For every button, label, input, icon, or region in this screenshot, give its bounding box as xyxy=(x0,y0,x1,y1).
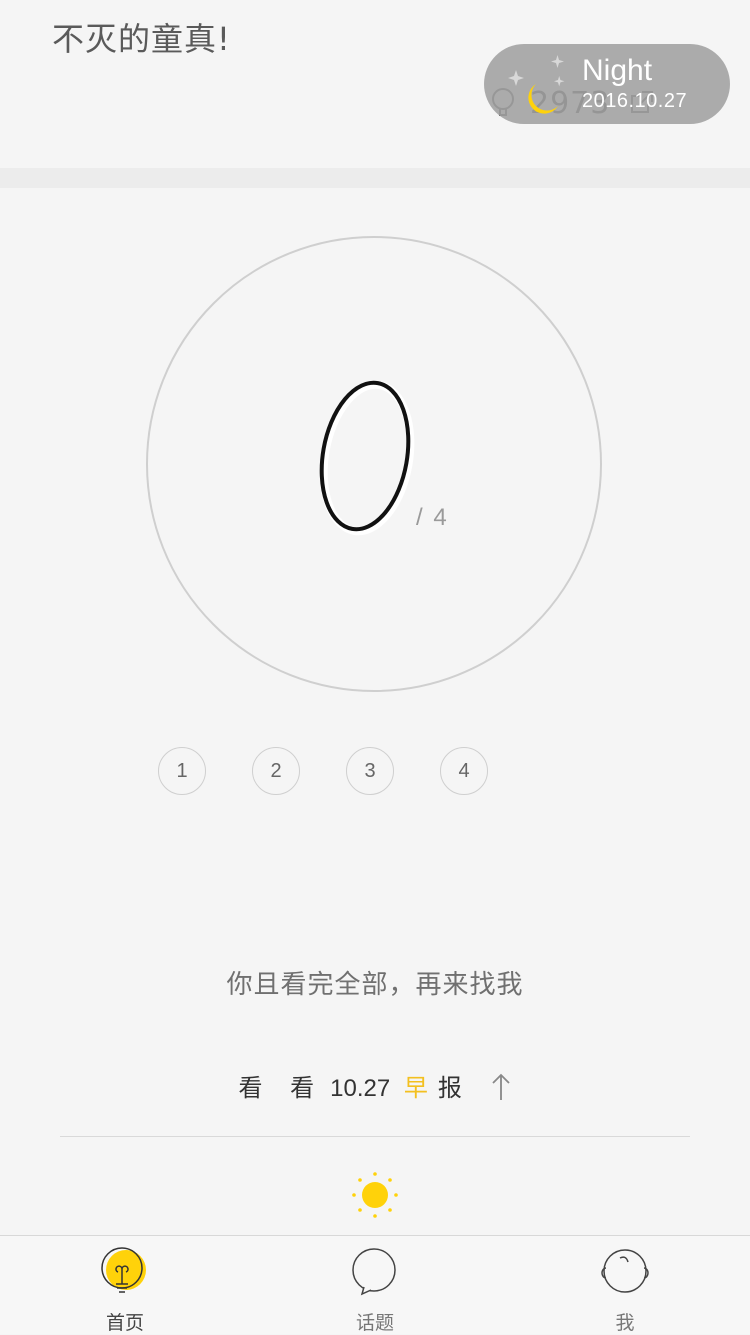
quote-text: 不灭的童真! xyxy=(52,20,231,58)
night-mode-badge[interactable]: Night 2016.10.27 xyxy=(484,44,730,124)
speech-bubble-icon xyxy=(352,1248,396,1296)
tab-home-label: 首页 xyxy=(105,1312,144,1334)
night-date: 2016.10.27 xyxy=(582,90,688,112)
morning-prefix: 看 看 xyxy=(238,1074,325,1102)
tab-me[interactable]: 我 xyxy=(500,1236,750,1335)
morning-date: 10.27 xyxy=(330,1075,391,1102)
horizontal-rule xyxy=(60,1136,690,1137)
sun-icon xyxy=(352,1172,398,1218)
lightbulb-icon xyxy=(101,1247,146,1293)
morning-suffix: 报 xyxy=(437,1074,462,1102)
page-button-4[interactable]: 4 xyxy=(440,747,488,795)
arrow-up-icon xyxy=(492,1073,511,1100)
current-number-glyph: 0 xyxy=(319,380,415,536)
moon-stars-icon xyxy=(508,55,565,114)
page-button-1[interactable]: 1 xyxy=(158,747,206,795)
tab-bar: 首页 话题 我 xyxy=(0,1235,750,1334)
section-divider xyxy=(0,168,750,188)
night-title: Night xyxy=(582,54,653,87)
morning-highlight: 早 xyxy=(403,1074,428,1102)
total-count: / 4 xyxy=(416,504,449,531)
tab-me-label: 我 xyxy=(615,1312,635,1334)
page-button-3[interactable]: 3 xyxy=(346,747,394,795)
tab-home[interactable]: 首页 xyxy=(0,1236,250,1335)
page-button-2[interactable]: 2 xyxy=(252,747,300,795)
tab-topics[interactable]: 话题 xyxy=(250,1236,500,1335)
face-icon xyxy=(601,1249,649,1293)
top-card: 不灭的童真! 2973 Night 2016.10.27 xyxy=(0,0,750,168)
question-pager: 1 2 3 4 xyxy=(158,747,498,799)
hint-message: 你且看完全部，再来找我 xyxy=(226,970,524,1000)
morning-report-link[interactable]: 看 看 10.27 早报 xyxy=(0,1068,750,1103)
tab-topics-label: 话题 xyxy=(355,1312,394,1334)
